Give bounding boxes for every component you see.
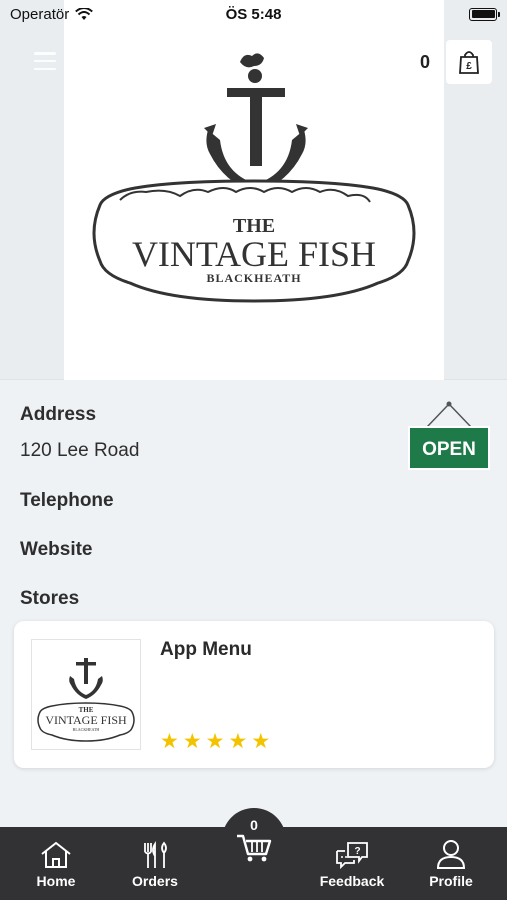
tab-profile[interactable]: Profile [420, 827, 482, 900]
tab-home-label: Home [36, 873, 76, 889]
thumb-logo-location: BLACKHEATH [73, 727, 100, 732]
cart-button[interactable]: 0 [222, 808, 286, 872]
address-label: Address [20, 404, 97, 425]
star-icon: ★ [251, 730, 271, 753]
stores-label: Stores [20, 588, 80, 609]
logo-name: VINTAGE FISH [132, 234, 376, 274]
cutlery-icon [144, 841, 167, 868]
cart-count: 0 [250, 817, 258, 833]
tab-orders-label: Orders [132, 873, 178, 889]
profile-icon [436, 840, 466, 869]
store-thumbnail: THE VINTAGE FISH BLACKHEATH [31, 639, 141, 750]
telephone-label[interactable]: Telephone [20, 490, 114, 512]
website-label[interactable]: Website [20, 539, 93, 561]
address-value[interactable]: 120 Lee Road [20, 440, 139, 462]
thumb-logo-name: VINTAGE FISH [45, 713, 127, 727]
home-icon [41, 841, 71, 868]
logo-location: BLACKHEATH [206, 271, 301, 285]
carrier-label: Operatör [10, 5, 70, 23]
feedback-icon: ? [336, 842, 368, 870]
store-name: App Menu [160, 639, 252, 660]
store-banner: THE VINTAGE FISH BLACKHEATH 0 £ [0, 0, 507, 380]
tab-feedback[interactable]: ? Feedback [314, 827, 390, 900]
store-card[interactable]: THE VINTAGE FISH BLACKHEATH App Menu ★ ★… [14, 621, 494, 768]
open-sign-text: OPEN [422, 439, 476, 460]
hamburger-menu-icon[interactable] [34, 52, 56, 70]
header-cart-count: 0 [420, 52, 431, 72]
tab-feedback-label: Feedback [319, 873, 385, 889]
star-icon: ★ [228, 730, 248, 753]
status-bar: Operatör ÖS 5:48 [0, 0, 507, 28]
star-icon: ★ [182, 730, 202, 753]
svg-text:£: £ [466, 61, 472, 72]
battery-icon [469, 7, 500, 21]
store-logo: THE VINTAGE FISH BLACKHEATH [64, 0, 444, 380]
tab-orders[interactable]: Orders [124, 827, 186, 900]
star-icon: ★ [205, 730, 225, 753]
tab-profile-label: Profile [429, 873, 473, 889]
shopping-bag-button[interactable]: £ [446, 40, 492, 84]
store-rating: ★ ★ ★ ★ ★ [160, 731, 270, 752]
wifi-icon [75, 7, 94, 20]
star-icon: ★ [160, 730, 179, 753]
svg-text:?: ? [354, 846, 360, 857]
shopping-bag-icon: £ [459, 51, 479, 74]
tab-home[interactable]: Home [26, 827, 86, 900]
shopping-cart-icon [237, 834, 272, 862]
open-sign-icon: OPEN [408, 401, 490, 470]
